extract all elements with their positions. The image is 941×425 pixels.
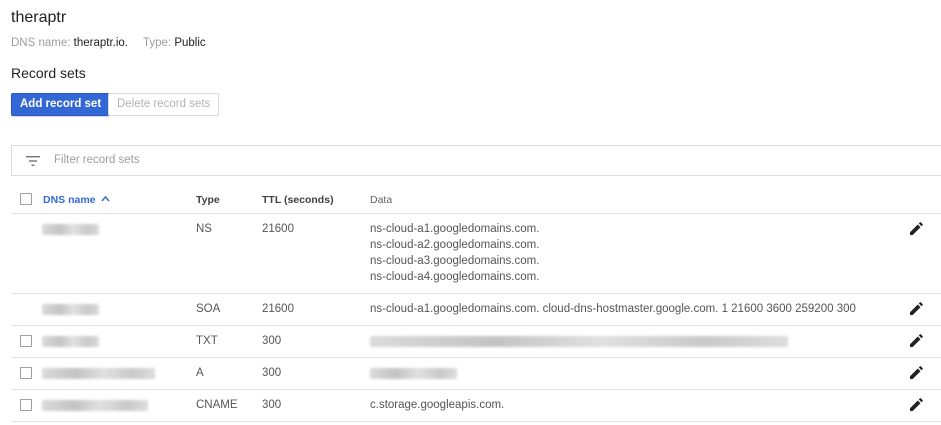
dns-name-redacted bbox=[42, 400, 148, 411]
record-type: A bbox=[196, 367, 204, 379]
record-data-line: ns-cloud-a3.googledomains.com. bbox=[370, 255, 540, 267]
dns-name-label: DNS name: bbox=[11, 37, 71, 49]
record-type: TXT bbox=[196, 335, 218, 347]
record-type: CNAME bbox=[196, 399, 238, 411]
select-all-checkbox[interactable] bbox=[20, 193, 32, 205]
column-header-ttl[interactable]: TTL (seconds) bbox=[262, 194, 334, 206]
record-data: ns-cloud-a1.googledomains.com. cloud-dns… bbox=[370, 303, 856, 315]
filter-input[interactable]: Filter record sets bbox=[54, 154, 140, 166]
filter-list-icon bbox=[26, 156, 40, 166]
record-data: c.storage.googleapis.com. bbox=[370, 399, 505, 411]
add-record-set-button[interactable]: Add record set bbox=[11, 93, 111, 116]
record-data: ns-cloud-a1.googledomains.com. ns-cloud-… bbox=[370, 221, 539, 285]
dns-name-redacted bbox=[42, 224, 99, 235]
record-ttl: 21600 bbox=[262, 303, 294, 315]
row-checkbox[interactable] bbox=[20, 367, 32, 379]
row-checkbox[interactable] bbox=[20, 335, 32, 347]
record-type: NS bbox=[196, 223, 212, 235]
table-header: DNS name Type TTL (seconds) Data bbox=[11, 185, 941, 214]
column-header-dns-name-label: DNS name bbox=[43, 194, 96, 206]
record-ttl: 300 bbox=[262, 399, 282, 411]
table-row: SOA 21600 ns-cloud-a1.googledomains.com.… bbox=[11, 294, 941, 326]
dns-name-value: theraptr.io. bbox=[73, 37, 128, 49]
table-row: TXT 300 bbox=[11, 326, 941, 358]
record-data-line: ns-cloud-a1.googledomains.com. bbox=[370, 223, 540, 235]
record-type: SOA bbox=[196, 303, 221, 315]
filter-bar[interactable]: Filter record sets bbox=[11, 145, 941, 176]
zone-title: theraptr bbox=[11, 9, 67, 26]
column-header-type[interactable]: Type bbox=[196, 194, 220, 206]
column-header-dns-name[interactable]: DNS name bbox=[43, 194, 110, 206]
row-checkbox[interactable] bbox=[20, 399, 32, 411]
zone-meta: DNS name: theraptr.io. Type: Public bbox=[11, 37, 218, 49]
record-data-line: ns-cloud-a4.googledomains.com. bbox=[370, 271, 540, 283]
record-ttl: 300 bbox=[262, 367, 282, 379]
record-ttl: 21600 bbox=[262, 223, 294, 235]
section-title: Record sets bbox=[11, 65, 86, 81]
record-ttl: 300 bbox=[262, 335, 282, 347]
column-header-data[interactable]: Data bbox=[370, 194, 392, 206]
table-row: NS 21600 ns-cloud-a1.googledomains.com. … bbox=[11, 214, 941, 294]
table-row: CNAME 300 c.storage.googleapis.com. bbox=[11, 390, 941, 422]
record-data-line: ns-cloud-a2.googledomains.com. bbox=[370, 239, 540, 251]
edit-pencil-icon[interactable] bbox=[909, 334, 923, 348]
arrow-up-icon bbox=[101, 195, 110, 202]
edit-pencil-icon[interactable] bbox=[909, 366, 923, 380]
record-data-redacted bbox=[370, 336, 788, 347]
edit-pencil-icon[interactable] bbox=[909, 398, 923, 412]
dns-name-redacted bbox=[42, 304, 99, 315]
record-data-redacted bbox=[370, 368, 457, 379]
dns-name-redacted bbox=[42, 368, 155, 379]
type-value: Public bbox=[174, 37, 206, 49]
edit-pencil-icon[interactable] bbox=[909, 302, 923, 316]
delete-record-sets-button[interactable]: Delete record sets bbox=[108, 93, 220, 116]
table-row: A 300 bbox=[11, 358, 941, 390]
dns-name-redacted bbox=[42, 336, 99, 347]
type-label: Type: bbox=[142, 37, 172, 49]
edit-pencil-icon[interactable] bbox=[909, 222, 923, 236]
